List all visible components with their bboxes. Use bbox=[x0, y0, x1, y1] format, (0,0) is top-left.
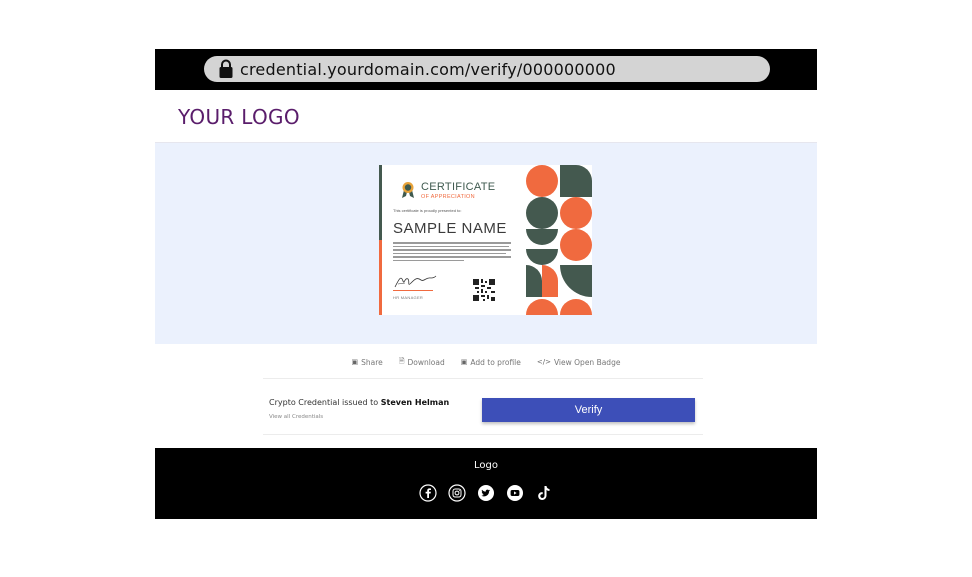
cert-accent-bar-orange bbox=[379, 240, 382, 315]
verify-button[interactable]: Verify bbox=[482, 398, 695, 422]
cert-geometric-pattern bbox=[526, 165, 592, 315]
view-badge-label: View Open Badge bbox=[553, 357, 621, 367]
cert-presented-text: This certificate is proudly presented to… bbox=[393, 208, 462, 213]
facebook-icon[interactable] bbox=[419, 484, 437, 502]
social-links bbox=[155, 484, 817, 502]
url-text[interactable]: credential.yourdomain.com/verify/0000000… bbox=[240, 60, 616, 79]
credential-page: credential.yourdomain.com/verify/0000000… bbox=[155, 49, 817, 519]
divider bbox=[263, 434, 703, 435]
signature-line bbox=[393, 290, 433, 291]
cert-recipient-name: SAMPLE NAME bbox=[393, 220, 507, 237]
issued-prefix: Crypto Credential issued to bbox=[269, 398, 379, 407]
share-button[interactable]: ▣ Share bbox=[352, 354, 383, 370]
medal-icon bbox=[402, 182, 414, 198]
cert-subtitle: OF APPRECIATION bbox=[421, 194, 475, 200]
browser-bar: credential.yourdomain.com/verify/0000000… bbox=[155, 49, 817, 90]
footer-logo[interactable]: Logo bbox=[155, 460, 817, 471]
document-icon: 🗎 bbox=[398, 356, 405, 365]
address-bar[interactable]: credential.yourdomain.com/verify/0000000… bbox=[204, 56, 770, 82]
cert-title: CERTIFICATE bbox=[421, 181, 496, 193]
recipient-name: Steven Helman bbox=[380, 398, 450, 407]
view-all-credentials-link[interactable]: View all Credentials bbox=[269, 414, 323, 420]
add-to-profile-button[interactable]: ▣ Add to profile bbox=[461, 354, 521, 370]
youtube-icon[interactable] bbox=[506, 484, 524, 502]
site-footer: Logo bbox=[155, 448, 817, 519]
certificate-preview-area: CERTIFICATE OF APPRECIATION This certifi… bbox=[155, 143, 817, 344]
divider bbox=[263, 378, 703, 379]
linkedin-icon: ▣ bbox=[460, 358, 468, 366]
add-profile-label: Add to profile bbox=[470, 357, 521, 367]
instagram-icon[interactable] bbox=[448, 484, 466, 502]
tiktok-icon[interactable] bbox=[535, 484, 553, 502]
site-logo[interactable]: YOUR LOGO bbox=[178, 105, 300, 129]
signature-image bbox=[394, 275, 437, 288]
code-icon: </> bbox=[536, 358, 551, 366]
lock-icon bbox=[219, 59, 233, 78]
site-header: YOUR LOGO bbox=[155, 90, 817, 143]
certificate-image: CERTIFICATE OF APPRECIATION This certifi… bbox=[379, 165, 592, 315]
share-label: Share bbox=[361, 357, 383, 367]
cert-body-text bbox=[393, 242, 511, 263]
cert-signer-role: HR MANAGER bbox=[393, 295, 424, 300]
twitter-icon[interactable] bbox=[477, 484, 495, 502]
download-label: Download bbox=[407, 357, 445, 367]
credential-actions: ▣ Share 🗎 Download ▣ Add to profile </> … bbox=[155, 354, 817, 370]
download-button[interactable]: 🗎 Download bbox=[399, 354, 445, 370]
view-open-badge-button[interactable]: </> View Open Badge bbox=[537, 354, 621, 370]
cert-accent-bar-green bbox=[379, 165, 382, 240]
qr-code bbox=[473, 279, 495, 301]
issued-to-text: Crypto Credential issued to Steven Helma… bbox=[269, 398, 449, 407]
linkedin-icon: ▣ bbox=[351, 358, 359, 366]
